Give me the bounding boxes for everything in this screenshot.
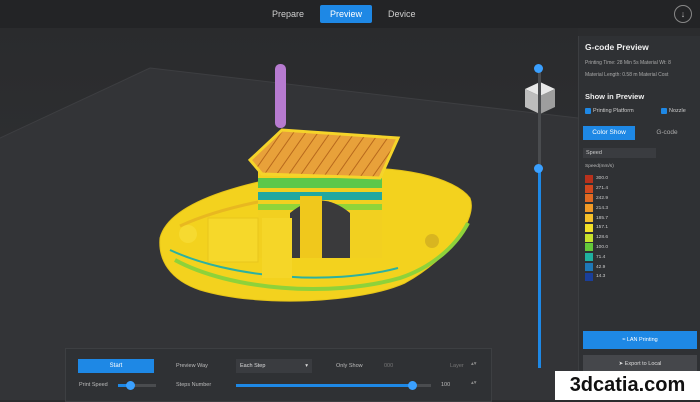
preview-way-value: Each Step bbox=[240, 363, 266, 369]
legend-value: 100.0 bbox=[596, 244, 609, 250]
legend-row: 71.4 bbox=[585, 252, 608, 262]
speed-legend: 300.0 271.4 242.9 214.3 185.7 157.1 128.6 100.0… bbox=[585, 174, 608, 282]
legend-row: 100.0 bbox=[585, 243, 608, 253]
panel-title: G-code Preview bbox=[585, 42, 649, 52]
checkbox-label: Printing Platform bbox=[593, 108, 634, 114]
only-show-value[interactable]: 000 bbox=[384, 363, 393, 369]
legend-value: 14.3 bbox=[596, 274, 606, 280]
lan-printing-label: LAN Printing bbox=[626, 337, 658, 343]
legend-title: Speed(mm/s) bbox=[585, 164, 614, 169]
steps-value: 100 bbox=[441, 382, 451, 388]
legend-value: 242.9 bbox=[596, 195, 609, 201]
start-button[interactable]: Start bbox=[78, 359, 154, 373]
stepper-icon[interactable]: ▴▾ bbox=[471, 380, 477, 386]
print-speed-label: Print Speed bbox=[79, 382, 108, 388]
stepper-icon[interactable]: ▴▾ bbox=[471, 361, 477, 367]
legend-swatch bbox=[585, 204, 593, 213]
print-speed-slider[interactable] bbox=[118, 381, 156, 390]
legend-value: 71.4 bbox=[596, 254, 606, 260]
chevron-down-icon: ▾ bbox=[305, 363, 308, 369]
watermark: 3dcatia.com bbox=[555, 371, 700, 400]
show-in-preview-title: Show in Preview bbox=[585, 92, 645, 101]
tab-gcode[interactable]: G-code bbox=[639, 126, 695, 140]
legend-row: 14.3 bbox=[585, 272, 608, 282]
legend-row: 185.7 bbox=[585, 213, 608, 223]
boat-roof bbox=[247, 128, 401, 180]
top-bar: Prepare Preview Device ↓ bbox=[0, 0, 700, 28]
legend-value: 185.7 bbox=[596, 215, 609, 221]
gcode-preview-panel: G-code Preview Printing Time: 28 Min 5s … bbox=[578, 36, 700, 400]
legend-swatch bbox=[585, 223, 593, 232]
legend-value: 42.9 bbox=[596, 264, 606, 270]
model-scene bbox=[0, 28, 578, 400]
3d-viewport[interactable] bbox=[0, 28, 578, 400]
info-material-length: Material Length: 0.58 m Material Cost bbox=[585, 72, 669, 78]
legend-row: 42.9 bbox=[585, 262, 608, 272]
legend-value: 271.4 bbox=[596, 186, 609, 192]
steps-slider[interactable] bbox=[236, 381, 431, 390]
legend-swatch bbox=[585, 214, 593, 223]
info-printing-time: Printing Time: 28 Min 5s Material Wt: 8 bbox=[585, 60, 671, 66]
legend-swatch bbox=[585, 253, 593, 262]
export-label: Export to Local bbox=[624, 361, 662, 367]
legend-row: 214.3 bbox=[585, 203, 608, 213]
legend-value: 157.1 bbox=[596, 225, 609, 231]
layer-label: Layer bbox=[450, 363, 464, 369]
only-show-label: Only Show bbox=[336, 363, 363, 369]
steps-number-label: Steps Number bbox=[176, 382, 212, 388]
boat-chimney bbox=[275, 64, 286, 128]
checkbox-icon bbox=[585, 108, 591, 114]
preview-controls: Start Preview Way Each Step ▾ Only Show … bbox=[65, 348, 492, 402]
preview-way-dropdown[interactable]: Each Step ▾ bbox=[236, 359, 312, 373]
checkbox-nozzle[interactable]: Nozzle bbox=[661, 108, 686, 114]
legend-swatch bbox=[585, 233, 593, 242]
tab-preview[interactable]: Preview bbox=[320, 5, 373, 23]
legend-value: 128.6 bbox=[596, 235, 609, 241]
legend-swatch bbox=[585, 184, 593, 193]
legend-row: 300.0 bbox=[585, 174, 608, 184]
legend-swatch bbox=[585, 174, 593, 183]
layer-slider[interactable] bbox=[534, 64, 543, 368]
legend-row: 157.1 bbox=[585, 223, 608, 233]
download-icon[interactable]: ↓ bbox=[674, 5, 692, 23]
preview-way-label: Preview Way bbox=[176, 363, 208, 369]
legend-swatch bbox=[585, 243, 593, 252]
layer-slider-handle[interactable] bbox=[534, 164, 543, 173]
checkbox-printing-platform[interactable]: Printing Platform bbox=[585, 108, 634, 114]
legend-swatch bbox=[585, 263, 593, 272]
legend-value: 300.0 bbox=[596, 176, 609, 182]
tab-color-show[interactable]: Color Show bbox=[583, 126, 635, 140]
tab-prepare[interactable]: Prepare bbox=[262, 5, 314, 23]
steps-handle[interactable] bbox=[407, 381, 417, 390]
legend-row: 271.4 bbox=[585, 184, 608, 194]
legend-value: 214.3 bbox=[596, 205, 609, 211]
print-speed-handle[interactable] bbox=[126, 381, 135, 390]
checkbox-icon bbox=[661, 108, 667, 114]
legend-swatch bbox=[585, 272, 593, 281]
legend-row: 242.9 bbox=[585, 194, 608, 204]
color-mode-select[interactable]: Speed bbox=[583, 148, 656, 158]
main-tabs: Prepare Preview Device bbox=[262, 5, 426, 23]
layer-slider-top-handle[interactable] bbox=[534, 64, 543, 73]
legend-swatch bbox=[585, 194, 593, 203]
checkbox-label: Nozzle bbox=[669, 108, 686, 114]
tab-device[interactable]: Device bbox=[378, 5, 426, 23]
preview-subtabs: Color Show G-code bbox=[583, 126, 697, 140]
lan-printing-button[interactable]: ≈ LAN Printing bbox=[583, 331, 697, 349]
legend-row: 128.6 bbox=[585, 233, 608, 243]
